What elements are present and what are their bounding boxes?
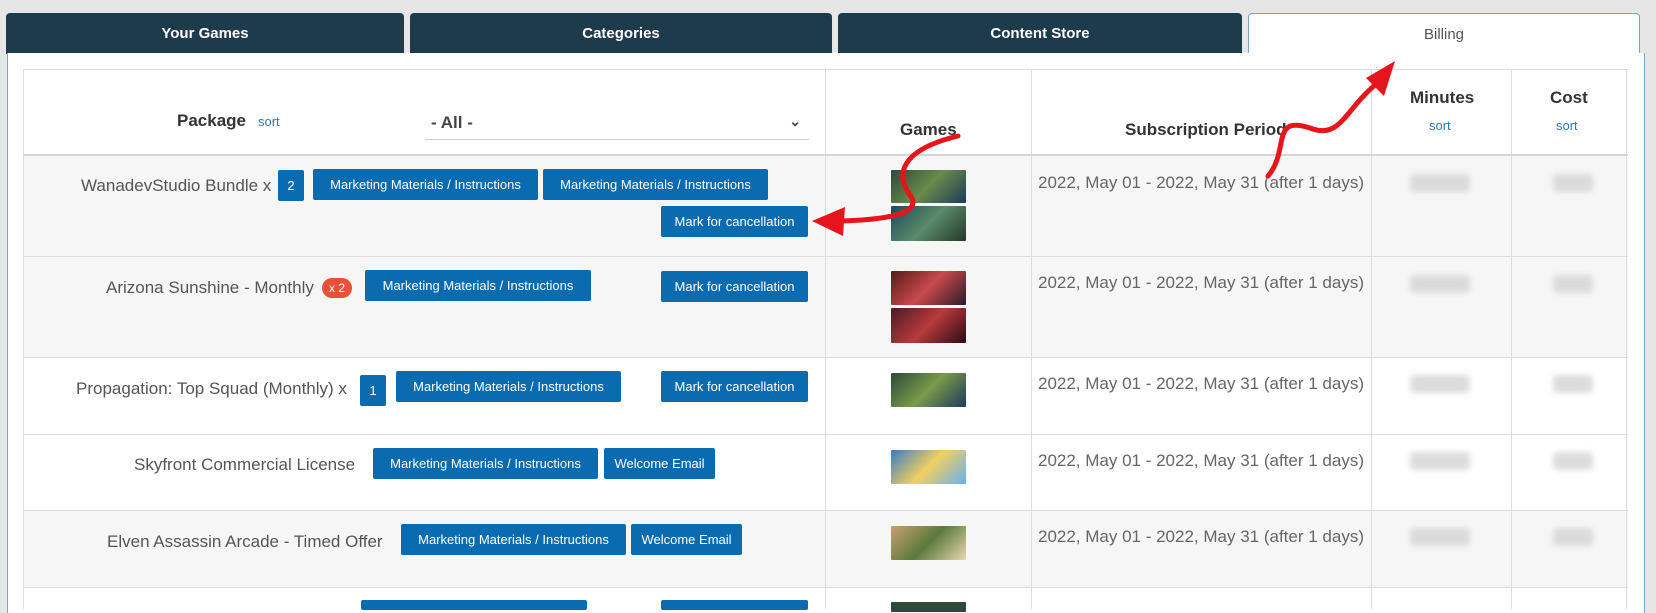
red-arrow-annotation xyxy=(812,61,1395,236)
arrow-line xyxy=(1265,82,1378,179)
arrow-head xyxy=(812,207,845,236)
arrow-line xyxy=(837,133,961,224)
